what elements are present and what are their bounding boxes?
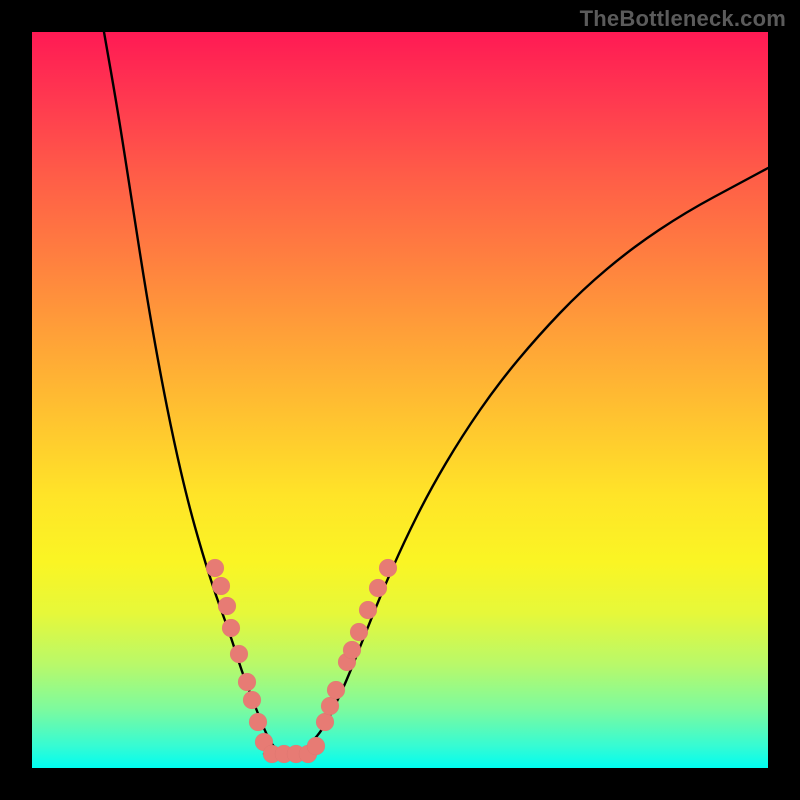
marker-dot (206, 559, 224, 577)
marker-dot (307, 737, 325, 755)
marker-dot (212, 577, 230, 595)
marker-dot (218, 597, 236, 615)
marker-group (206, 559, 397, 763)
marker-dot (359, 601, 377, 619)
marker-dot (343, 641, 361, 659)
curve-left-branch (104, 32, 282, 752)
marker-dot (350, 623, 368, 641)
chart-svg (32, 32, 768, 768)
marker-dot (369, 579, 387, 597)
attribution-text: TheBottleneck.com (580, 6, 786, 32)
chart-frame: TheBottleneck.com (0, 0, 800, 800)
marker-dot (230, 645, 248, 663)
marker-dot (238, 673, 256, 691)
marker-dot (327, 681, 345, 699)
marker-dot (379, 559, 397, 577)
marker-dot (321, 697, 339, 715)
marker-dot (222, 619, 240, 637)
curve-right-branch (302, 168, 768, 752)
plot-area (32, 32, 768, 768)
marker-dot (243, 691, 261, 709)
marker-dot (316, 713, 334, 731)
marker-dot (249, 713, 267, 731)
